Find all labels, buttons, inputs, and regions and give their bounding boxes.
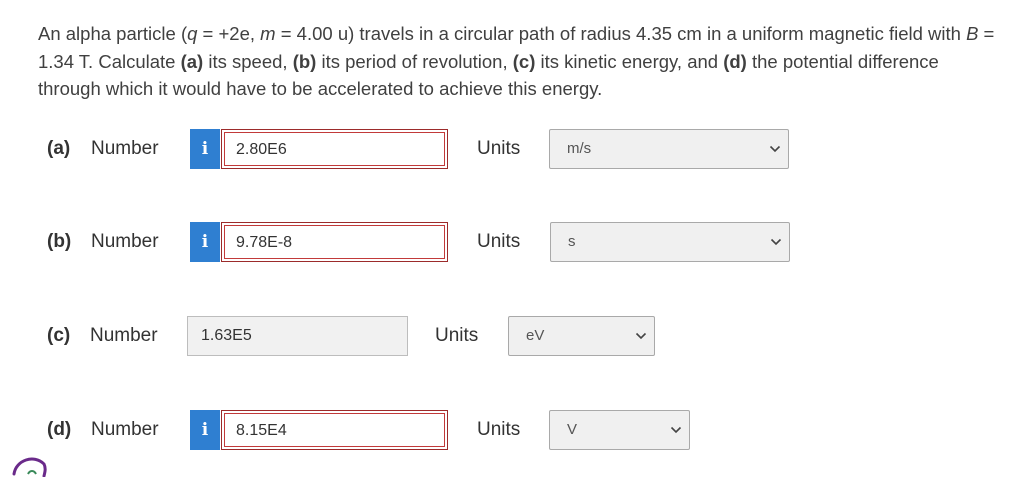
units-select-value-d: V	[567, 421, 578, 438]
part-tag-a: (a)	[180, 50, 204, 72]
answer-field-d-wrapper: 8.15E4	[221, 410, 448, 450]
units-label-a: Units	[477, 138, 521, 159]
question-segment: its speed,	[203, 50, 293, 72]
part-label-a: (a)	[47, 138, 71, 159]
part-tag-d: (d)	[723, 50, 747, 72]
chevron-down-icon	[768, 130, 782, 168]
part-tag-c: (c)	[512, 50, 536, 72]
units-select-b[interactable]: s	[550, 222, 790, 262]
question-segment: its period of revolution,	[316, 50, 513, 72]
info-icon[interactable]: i	[190, 222, 220, 262]
question-segment: = +2e,	[197, 23, 261, 44]
question-segment: its kinetic energy, and	[535, 50, 724, 72]
part-label-b: (b)	[47, 231, 72, 252]
chevron-down-icon	[669, 411, 683, 449]
answer-input-c[interactable]: 1.63E5	[187, 316, 408, 356]
number-label-c: Number	[90, 325, 158, 346]
var-q: q	[187, 23, 198, 44]
answer-input-b[interactable]: 9.78E-8	[224, 225, 445, 259]
part-label-c: (c)	[47, 325, 71, 346]
units-select-value-a: m/s	[567, 140, 592, 157]
units-select-c[interactable]: eV	[508, 316, 655, 356]
answer-row-c: (c) Number 1.63E5 Units eV	[0, 314, 1031, 358]
units-select-value-b: s	[568, 233, 576, 250]
answer-field-a-wrapper: 2.80E6	[221, 129, 448, 169]
chevron-down-icon	[634, 317, 648, 355]
number-label-b: Number	[91, 231, 159, 252]
info-icon[interactable]: i	[190, 410, 220, 450]
part-tag-b: (b)	[292, 50, 317, 72]
answer-field-b-wrapper: 9.78E-8	[221, 222, 448, 262]
scribble-mark-icon	[12, 457, 47, 477]
part-label-d: (d)	[47, 419, 72, 440]
info-icon[interactable]: i	[190, 129, 220, 169]
units-label-b: Units	[477, 231, 521, 252]
answer-row-b: (b) Number i 9.78E-8 Units s	[0, 220, 1031, 264]
answer-input-d[interactable]: 8.15E4	[224, 413, 445, 447]
units-label-c: Units	[435, 325, 479, 346]
answer-input-a[interactable]: 2.80E6	[224, 132, 445, 166]
number-label-a: Number	[91, 138, 159, 159]
units-select-a[interactable]: m/s	[549, 129, 789, 169]
units-label-d: Units	[477, 419, 521, 440]
question-text: An alpha particle (q = +2e, m = 4.00 u) …	[38, 20, 998, 103]
var-m: m	[260, 23, 276, 44]
units-select-value-c: eV	[526, 327, 545, 344]
units-select-d[interactable]: V	[549, 410, 690, 450]
question-segment: = 4.00 u) travels in a circular path of …	[275, 23, 967, 44]
question-segment: An alpha particle (	[38, 23, 188, 44]
chevron-down-icon	[769, 223, 783, 261]
var-b: B	[966, 23, 979, 44]
number-label-d: Number	[91, 419, 159, 440]
answer-row-a: (a) Number i 2.80E6 Units m/s	[0, 127, 1031, 171]
answer-row-d: (d) Number i 8.15E4 Units V	[0, 408, 1031, 452]
